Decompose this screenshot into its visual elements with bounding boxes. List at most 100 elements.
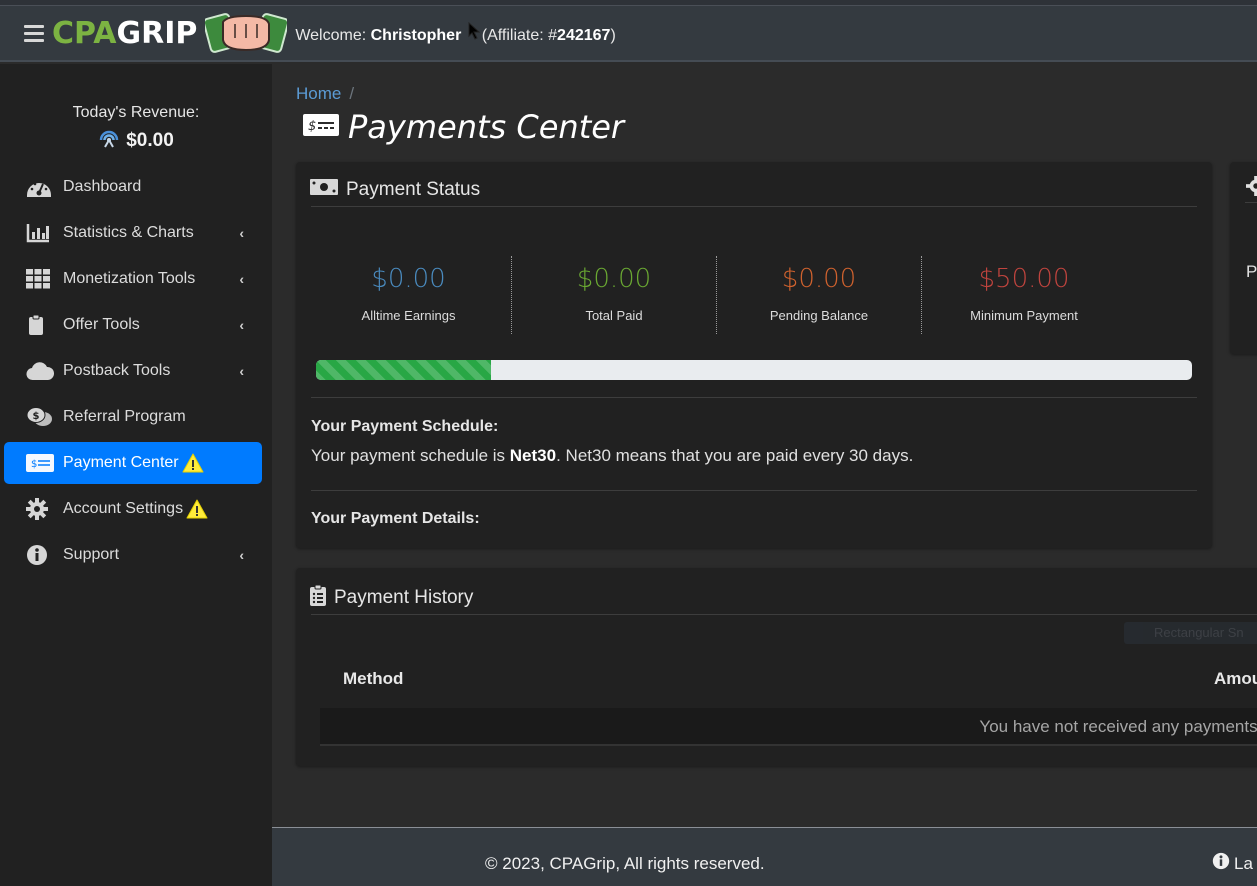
sidebar: Today's Revenue: $0.00 Dashboard Statist… xyxy=(0,64,272,886)
payment-progress-bar xyxy=(316,360,1192,380)
page-title-text: Payments Center xyxy=(348,108,625,146)
sidebar-item-payment-center[interactable]: $ Payment Center xyxy=(4,442,262,484)
column-header-method[interactable]: Method xyxy=(343,669,403,689)
main-content: Home / $ Payments Center Payment Status $… xyxy=(272,64,1257,827)
sidebar-item-label: Offer Tools xyxy=(63,316,140,333)
revenue-value: $0.00 xyxy=(126,130,174,151)
stat-minimum-payment: $50.00 Minimum Payment xyxy=(921,256,1126,334)
sidebar-item-support[interactable]: Support ‹ xyxy=(4,534,262,576)
stat-value: $0.00 xyxy=(371,264,446,294)
top-navbar: CPA GRIP Welcome: Christopher (Affiliate:… xyxy=(0,6,1257,62)
page-title: $ Payments Center xyxy=(302,108,624,146)
svg-text:$: $ xyxy=(31,459,37,470)
stat-value: $0.00 xyxy=(781,264,857,294)
sidebar-item-label: Monetization Tools xyxy=(63,270,196,287)
schedule-prefix: Your payment schedule is xyxy=(311,446,510,465)
language-label: La xyxy=(1234,853,1253,873)
revenue-amount: $0.00 xyxy=(0,128,272,154)
stat-alltime-earnings: $0.00 Alltime Earnings xyxy=(306,256,511,334)
empty-table-message: You have not received any payments yet xyxy=(979,717,1257,736)
money-check-icon: $ xyxy=(26,452,54,474)
schedule-term: Net30 xyxy=(509,446,557,465)
payment-history-header: Payment History xyxy=(310,584,473,612)
payment-schedule-text: Your payment schedule is Net30. Net30 me… xyxy=(311,446,913,466)
breadcrumb: Home / xyxy=(296,84,354,104)
chevron-left-icon: ‹ xyxy=(239,363,244,379)
sidebar-item-statistics-charts[interactable]: Statistics & Charts ‹ xyxy=(4,212,262,254)
payment-status-title: Payment Status xyxy=(346,179,481,200)
grid-icon xyxy=(26,268,54,290)
sidebar-item-label: Support xyxy=(63,546,120,563)
breadcrumb-separator: / xyxy=(349,84,355,103)
sidebar-item-label: Statistics & Charts xyxy=(63,224,194,241)
progress-fill xyxy=(316,360,492,380)
sidebar-item-postback-tools[interactable]: Postback Tools ‹ xyxy=(4,350,262,392)
sidebar-item-label: Payment Center xyxy=(63,454,179,471)
table-row-empty: You have not received any payments yet xyxy=(320,708,1257,746)
column-header-amount[interactable]: Amou xyxy=(1214,669,1257,689)
breadcrumb-home-link[interactable]: Home xyxy=(296,84,341,103)
footer: © 2023, CPAGrip, All rights reserved. La xyxy=(272,827,1257,886)
warning-icon xyxy=(186,499,208,519)
info-circle-icon xyxy=(1212,852,1230,875)
affiliate-prefix: (Affiliate: # xyxy=(481,26,558,44)
money-bill-icon xyxy=(310,178,338,202)
sidebar-item-referral-program[interactable]: $ Referral Program xyxy=(4,396,262,438)
username: Christopher xyxy=(370,26,462,44)
stat-value: $50.00 xyxy=(978,264,1070,294)
svg-text:$: $ xyxy=(33,411,40,422)
copyright-text: © 2023, CPAGrip, All rights reserved. xyxy=(485,854,765,873)
menu-toggle-icon[interactable] xyxy=(24,24,44,42)
todays-revenue: Today's Revenue: $0.00 xyxy=(0,104,272,154)
cpagrip-logo[interactable]: CPA GRIP xyxy=(52,16,197,51)
side-card-text: P xyxy=(1246,262,1257,281)
sidebar-item-monetization-tools[interactable]: Monetization Tools ‹ xyxy=(4,258,262,300)
sidebar-item-label: Postback Tools xyxy=(63,362,171,379)
bar-chart-icon xyxy=(26,222,54,244)
gear-icon xyxy=(1246,176,1257,201)
broadcast-tower-icon xyxy=(98,128,120,154)
payment-history-title: Payment History xyxy=(334,587,474,608)
divider xyxy=(311,614,1257,615)
side-card: P xyxy=(1230,162,1257,354)
info-circle-icon xyxy=(26,544,54,566)
stat-label: Pending Balance xyxy=(769,308,869,323)
language-selector[interactable]: La xyxy=(1212,852,1253,875)
affiliate-suffix: ) xyxy=(610,26,616,44)
chevron-left-icon: ‹ xyxy=(239,317,244,333)
sidebar-item-offer-tools[interactable]: Offer Tools ‹ xyxy=(4,304,262,346)
payment-status-header: Payment Status xyxy=(310,178,480,202)
divider xyxy=(1245,202,1257,203)
warning-icon xyxy=(182,453,204,473)
affiliate-id: 242167 xyxy=(557,26,611,44)
divider xyxy=(311,397,1197,398)
payment-stats: $0.00 Alltime Earnings $0.00 Total Paid … xyxy=(306,256,1206,334)
chevron-left-icon: ‹ xyxy=(239,271,244,287)
sidebar-item-account-settings[interactable]: Account Settings xyxy=(4,488,262,530)
sidebar-item-label: Account Settings xyxy=(63,500,184,517)
snip-tooltip-overlay: Rectangular Sn xyxy=(1124,622,1257,644)
payment-details-heading: Your Payment Details: xyxy=(311,510,480,527)
logo-text-grip: GRIP xyxy=(116,15,198,51)
mouse-cursor-icon xyxy=(468,21,481,40)
stat-total-paid: $0.00 Total Paid xyxy=(511,256,716,334)
sidebar-item-label: Referral Program xyxy=(63,408,186,425)
divider xyxy=(311,206,1197,207)
revenue-label: Today's Revenue: xyxy=(72,104,200,121)
chevron-left-icon: ‹ xyxy=(239,547,244,563)
stat-label: Alltime Earnings xyxy=(361,308,456,323)
stat-value: $0.00 xyxy=(576,264,652,294)
clipboard-icon xyxy=(26,314,54,336)
logo-text-cpa: CPA xyxy=(52,15,117,51)
sidebar-item-dashboard[interactable]: Dashboard xyxy=(4,166,262,208)
stat-label: Minimum Payment xyxy=(970,308,1078,323)
stat-label: Total Paid xyxy=(585,308,643,323)
welcome-prefix: Welcome: xyxy=(295,26,371,44)
clipboard-list-icon xyxy=(310,584,326,612)
stat-pending-balance: $0.00 Pending Balance xyxy=(716,256,921,334)
payment-schedule-heading: Your Payment Schedule: xyxy=(311,418,499,435)
dashboard-gauge-icon xyxy=(26,176,54,198)
comments-dollar-icon: $ xyxy=(26,406,54,428)
sidebar-item-label: Dashboard xyxy=(63,178,142,195)
fist-money-logo-icon xyxy=(203,10,290,56)
